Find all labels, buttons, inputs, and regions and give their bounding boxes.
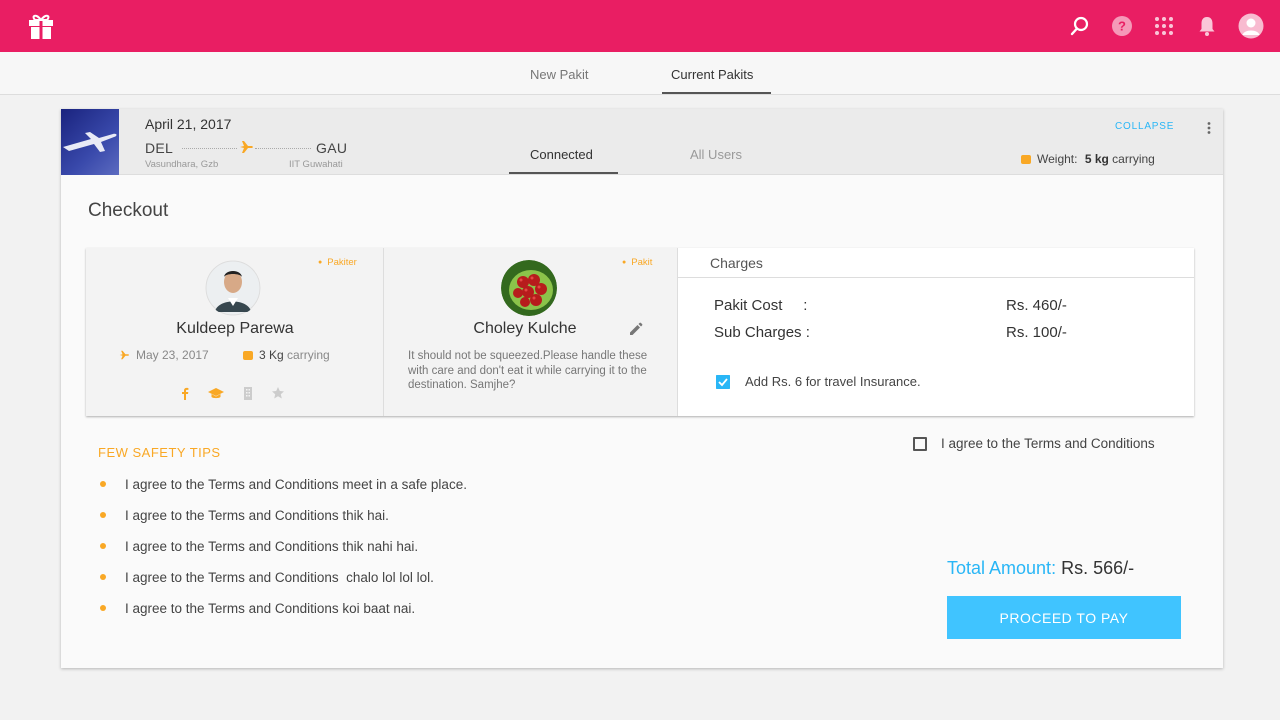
terms-label[interactable]: I agree to the Terms and Conditions <box>941 436 1155 451</box>
search-icon[interactable] <box>1068 14 1092 38</box>
sub-charges-value: Rs. 100/- <box>1006 324 1067 341</box>
trip-date: April 21, 2017 <box>145 116 232 132</box>
edit-icon[interactable] <box>629 322 643 336</box>
pakiter-avatar[interactable] <box>205 260 261 316</box>
bullet <box>100 543 106 550</box>
pakiter-carry-value: 3 Kg <box>259 348 284 362</box>
bag-icon <box>1021 155 1031 164</box>
list-item: I agree to the Terms and Conditions koi … <box>98 601 467 632</box>
top-app-bar: ? <box>0 0 1280 52</box>
list-item: I agree to the Terms and Conditions thik… <box>98 539 467 570</box>
destination-place: IIT Guwahati <box>289 159 343 170</box>
total-amount: Total Amount: Rs. 566/- <box>947 558 1134 579</box>
user-avatar[interactable] <box>1238 13 1264 39</box>
pakit-name: Choley Kulche <box>473 320 577 337</box>
gift-icon[interactable] <box>28 12 54 40</box>
apps-grid-icon[interactable] <box>1152 14 1176 38</box>
building-icon[interactable] <box>241 386 255 400</box>
plane-icon <box>240 141 253 153</box>
divider <box>678 277 1194 278</box>
pakiter-name: Kuldeep Parewa <box>176 320 294 337</box>
route-line <box>255 148 311 149</box>
bullet <box>100 481 106 488</box>
help-icon[interactable]: ? <box>1110 14 1134 38</box>
pakit-card: April 21, 2017 DEL Vasundhara, Gzb GAU I… <box>61 109 1223 668</box>
tip-text: I agree to the Terms and Conditions chal… <box>125 570 434 585</box>
flight-thumbnail <box>61 109 119 175</box>
weight-suffix: carrying <box>1112 152 1155 166</box>
tip-text: I agree to the Terms and Conditions meet… <box>125 477 467 492</box>
list-item: I agree to the Terms and Conditions thik… <box>98 508 467 539</box>
pakit-description: It should not be squeezed.Please handle … <box>408 350 648 391</box>
checkout-summary: Pakiter Kuldeep Parewa May 23, 2017 3 Kg… <box>86 248 1194 416</box>
safety-tips-list: I agree to the Terms and Conditions meet… <box>98 477 467 632</box>
bullet <box>100 512 106 519</box>
pakit-image[interactable] <box>501 260 557 316</box>
bag-icon <box>243 351 253 360</box>
tab-new-pakit[interactable]: New Pakit <box>530 67 589 82</box>
origin-code: DEL <box>145 140 174 156</box>
bell-icon[interactable] <box>1195 14 1219 38</box>
route-line <box>182 148 237 149</box>
pakit-cost-label: Pakit Cost : <box>714 297 808 314</box>
more-vert-icon[interactable] <box>1205 121 1213 135</box>
destination-code: GAU <box>316 140 348 156</box>
tab-current-pakits[interactable]: Current Pakits <box>671 67 753 82</box>
tab-all-users[interactable]: All Users <box>690 147 742 162</box>
list-item: I agree to the Terms and Conditions meet… <box>98 477 467 508</box>
bullet <box>100 574 106 581</box>
tab-connected[interactable]: Connected <box>530 147 593 162</box>
trip-header: April 21, 2017 DEL Vasundhara, Gzb GAU I… <box>61 109 1223 175</box>
facebook-icon[interactable] <box>178 386 192 400</box>
total-label: Total Amount: <box>947 558 1057 578</box>
weight-value: 5 kg <box>1084 152 1109 166</box>
pakiter-date: May 23, 2017 <box>118 348 209 362</box>
pakit-cost-value: Rs. 460/- <box>1006 297 1067 314</box>
pakit-tag: Pakit <box>622 257 652 268</box>
insurance-checkbox[interactable] <box>716 375 730 389</box>
education-icon[interactable] <box>208 386 224 400</box>
pakiter-date-text: May 23, 2017 <box>136 348 209 362</box>
page-title: Checkout <box>88 200 169 221</box>
safety-tips-title: FEW SAFETY TIPS <box>98 445 221 460</box>
weight-info: Weight: 5 kg carrying <box>1021 152 1155 166</box>
charges-title: Charges <box>710 255 763 271</box>
tab-active-indicator <box>662 92 771 94</box>
origin-place: Vasundhara, Gzb <box>145 159 219 170</box>
terms-checkbox[interactable] <box>913 437 927 451</box>
tip-text: I agree to the Terms and Conditions thik… <box>125 508 389 523</box>
pakiter-panel: Pakiter Kuldeep Parewa May 23, 2017 3 Kg… <box>86 248 384 416</box>
airplane-image <box>63 132 117 152</box>
star-icon[interactable] <box>271 386 285 400</box>
collapse-button[interactable]: COLLAPSE <box>1115 121 1174 132</box>
pakiter-carrying: 3 Kg carrying <box>243 348 330 362</box>
tip-text: I agree to the Terms and Conditions thik… <box>125 539 419 554</box>
sub-charges-label: Sub Charges : <box>714 324 810 341</box>
pakiter-carry-suffix: carrying <box>287 348 330 362</box>
plane-icon <box>119 350 129 360</box>
total-value: Rs. 566/- <box>1061 558 1135 578</box>
bullet <box>100 605 106 612</box>
charges-panel: Charges Pakit Cost : Rs. 460/- Sub Charg… <box>678 248 1194 416</box>
weight-label: Weight: <box>1037 152 1078 166</box>
pakiter-tag: Pakiter <box>318 257 357 268</box>
subtab-active-indicator <box>509 172 618 174</box>
insurance-label: Add Rs. 6 for travel Insurance. <box>745 374 921 389</box>
svg-text:?: ? <box>1118 19 1126 34</box>
list-item: I agree to the Terms and Conditions chal… <box>98 570 467 601</box>
pakit-panel: Pakit Choley Kulche It should not be squ… <box>384 248 678 416</box>
tip-text: I agree to the Terms and Conditions koi … <box>125 601 416 616</box>
nav-bar: New Pakit Current Pakits <box>0 52 1280 95</box>
proceed-to-pay-button[interactable]: PROCEED TO PAY <box>947 596 1181 639</box>
